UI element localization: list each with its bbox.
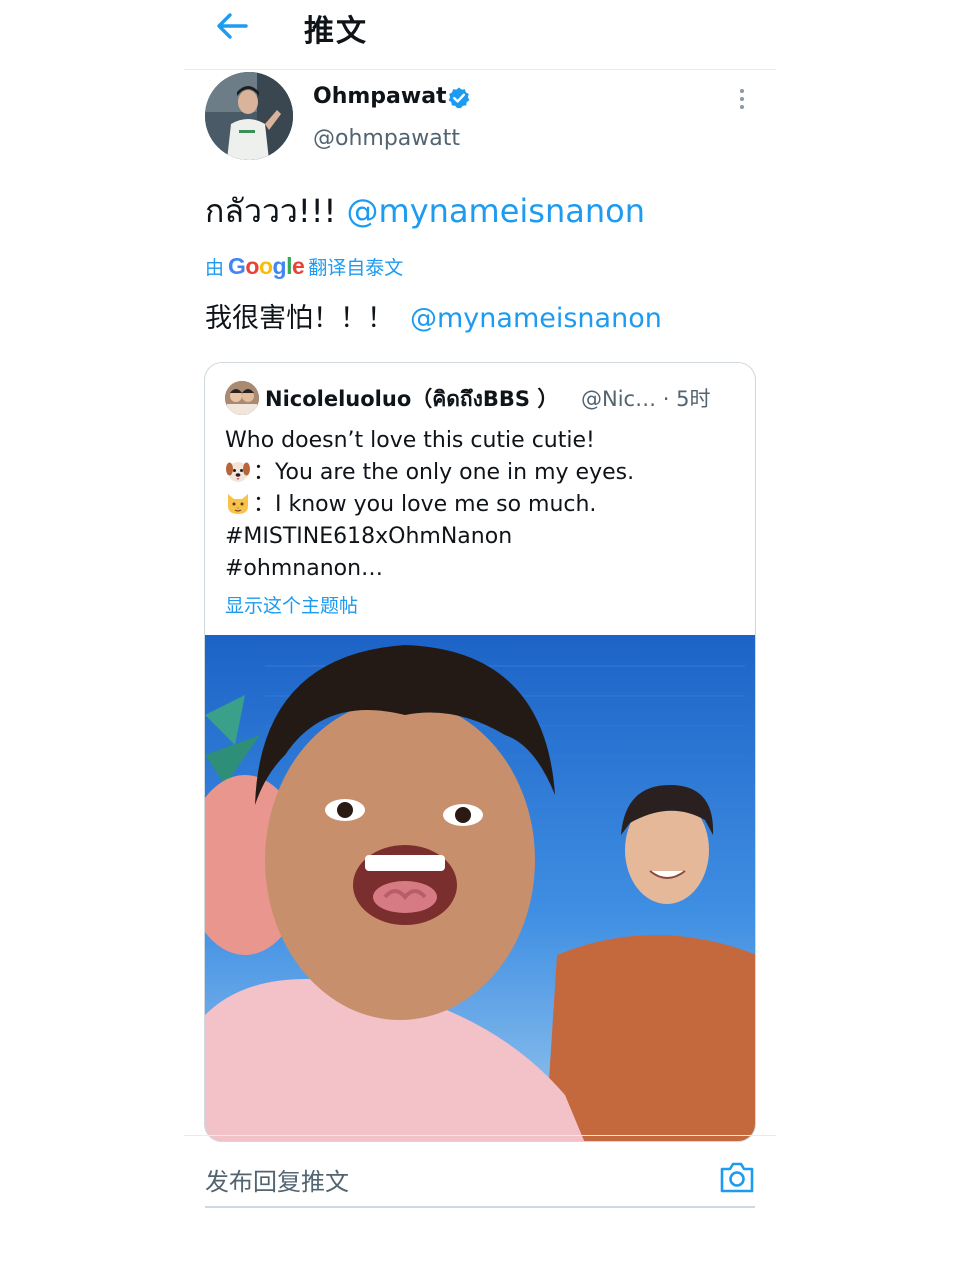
- author-name[interactable]: Ohmpawat: [313, 84, 447, 109]
- translated-body: 我很害怕！！！: [205, 303, 394, 334]
- page-title: 推文: [304, 14, 368, 49]
- cat-face-emoji: [228, 494, 248, 514]
- translated-text: 我很害怕！！！ @mynameisnanon: [205, 296, 662, 335]
- quote-line: ：You are the only one in my eyes.: [253, 460, 635, 485]
- reply-input-underline: [205, 1206, 755, 1208]
- translation-prefix: 由: [205, 257, 225, 279]
- quote-timestamp: 5时: [676, 387, 711, 411]
- quote-author-name: Nicoleluoluo（คิดถึงBBS ）: [265, 387, 559, 411]
- more-options-button[interactable]: [734, 86, 750, 112]
- camera-button[interactable]: [718, 1159, 756, 1195]
- quote-line-dog: ：You are the only one in my eyes.: [225, 457, 740, 489]
- quote-media-image[interactable]: [205, 635, 755, 1141]
- quote-author-avatar: [225, 381, 259, 415]
- author-handle[interactable]: @ohmpawatt: [313, 126, 460, 151]
- quote-line: Who doesn’t love this cutie cutie!: [225, 428, 595, 453]
- meta-separator: ·: [662, 387, 670, 411]
- hashtag-link[interactable]: #ohmnanon…: [225, 553, 740, 585]
- camera-icon: [720, 1162, 754, 1193]
- quote-line-cat: ：I know you love me so much.: [225, 489, 740, 521]
- quote-line: ：I know you love me so much.: [253, 492, 597, 517]
- quote-meta: @Nic… · 5时: [581, 383, 711, 413]
- quote-text: Who doesn’t love this cutie cutie! ：You …: [225, 425, 740, 585]
- tweet-body: กลัววว!!!: [205, 192, 347, 230]
- divider: [184, 1135, 776, 1136]
- quoted-tweet-card[interactable]: Nicoleluoluo（คิดถึงBBS ） @Nic… · 5时 Who …: [204, 362, 756, 1142]
- media-photo: [205, 635, 755, 1141]
- back-button[interactable]: [212, 8, 252, 44]
- avatar-photo: [205, 72, 293, 160]
- tweet-text: กลัววว!!! @mynameisnanon: [205, 186, 645, 237]
- translation-suffix: 翻译自泰文: [308, 257, 404, 279]
- quote-author-handle: @Nic…: [581, 387, 657, 411]
- author-avatar[interactable]: [205, 72, 293, 160]
- google-logo: Google: [228, 253, 305, 279]
- show-thread-link[interactable]: 显示这个主题帖: [225, 591, 358, 618]
- hashtag-link[interactable]: #MISTINE618xOhmNanon: [225, 521, 740, 553]
- vertical-dots-icon: [734, 89, 750, 109]
- dog-face-emoji: [226, 462, 250, 482]
- verified-badge-icon: [447, 86, 471, 110]
- translated-mention-link[interactable]: @mynameisnanon: [410, 303, 662, 334]
- reply-input[interactable]: 发布回复推文: [205, 1162, 349, 1197]
- arrow-left-icon: [217, 13, 248, 39]
- translation-attribution[interactable]: 由 Google 翻译自泰文: [205, 253, 403, 280]
- mention-link[interactable]: @mynameisnanon: [347, 192, 645, 230]
- top-bar: 推文: [184, 0, 776, 70]
